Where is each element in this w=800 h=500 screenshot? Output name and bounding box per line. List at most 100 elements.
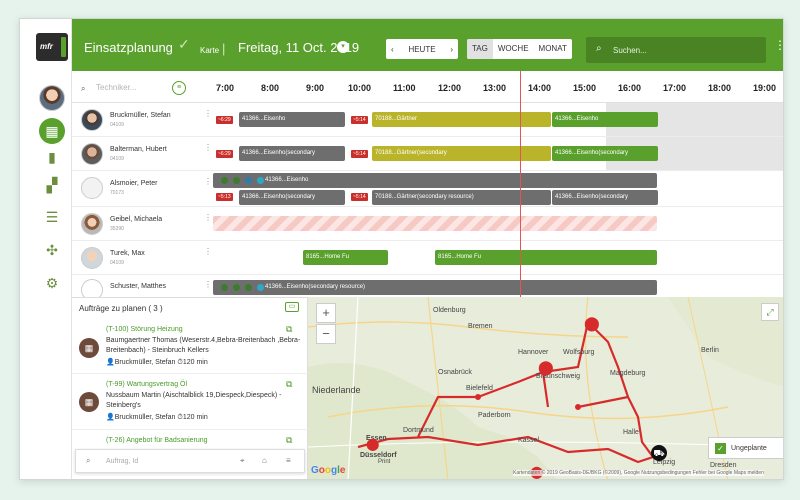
avatar xyxy=(81,247,103,269)
more-icon[interactable]: ⋮ xyxy=(204,143,212,152)
appointment-bar[interactable]: 41366...Eisenho(secondary resource) xyxy=(213,280,657,295)
logo-badge-icon xyxy=(61,37,66,57)
today-button[interactable]: HEUTE xyxy=(408,45,435,54)
tab-week[interactable]: WOCHE xyxy=(493,39,534,59)
open-external-icon[interactable]: ⧉ xyxy=(286,379,292,390)
dashboard-icon[interactable]: ▞ xyxy=(42,175,62,195)
app-logo[interactable]: mfr xyxy=(36,33,68,61)
sidebar: mfr ▦ ▮ ▞ ☰ ✣ ⚙ xyxy=(20,19,72,479)
order-title[interactable]: (T-26) Angebot für Badsanierung xyxy=(106,437,208,444)
order-item[interactable]: ▦ (T-99) Wartungsvertrag Öl ⧉ Nussbaum M… xyxy=(72,376,308,430)
order-text: Baumgaertner Thomas (Weserstr.4,Bebra-Br… xyxy=(106,337,301,354)
divider: | xyxy=(222,41,226,56)
appointment-bar[interactable]: 70188...Gärtner(secondary xyxy=(372,146,551,161)
next-day-button[interactable]: › xyxy=(450,45,453,54)
more-icon[interactable]: ⋮ xyxy=(204,213,212,222)
map-print-label[interactable]: Print xyxy=(378,459,390,465)
avatar xyxy=(81,143,103,165)
worker-name: Balterman, Hubert xyxy=(110,146,167,153)
appointment-bar[interactable]: 8165...Home Fu xyxy=(435,250,657,265)
order-item[interactable]: ▦ (T-100) Störung Heizung ⧉ Baumgaertner… xyxy=(72,320,308,374)
appointment-bar[interactable]: 8165...Home Fu xyxy=(303,250,388,265)
worker-id: 04109 xyxy=(110,122,124,128)
current-time-line xyxy=(520,71,521,315)
search-input[interactable]: Suchen... xyxy=(613,46,647,55)
chevron-down-icon[interactable]: ▾ xyxy=(337,41,349,53)
avatar xyxy=(81,177,103,199)
map-city-label: Oldenburg xyxy=(433,307,466,314)
filter-icon[interactable]: ≡ xyxy=(172,81,186,95)
map-marker-icon[interactable]: ⬤ xyxy=(538,359,554,376)
map-city-label: Kassel xyxy=(518,437,540,444)
map-toggle-link[interactable]: Karte xyxy=(200,46,219,55)
view-switch: TAG WOCHE MONAT xyxy=(467,39,572,59)
fan-icon[interactable]: ✣ xyxy=(42,240,62,260)
hour-label: 15:00 xyxy=(573,83,597,93)
map-attribution[interactable]: Kartendaten © 2019 GeoBasis-DE/BKG (©200… xyxy=(513,470,764,476)
map-marker-icon[interactable]: ⬤ xyxy=(366,437,379,451)
apps-grid-icon[interactable]: ⋮⋮ xyxy=(774,39,783,51)
appointment-bar[interactable]: 41366...Eisenho(secondary xyxy=(239,190,345,205)
open-external-icon[interactable]: ⧉ xyxy=(286,324,292,335)
calendar-icon[interactable]: ▭ xyxy=(285,302,299,312)
map-city-label: Bielefeld xyxy=(466,385,493,392)
order-title[interactable]: (T-99) Wartungsvertrag Öl xyxy=(106,381,187,388)
more-icon[interactable]: ⋮ xyxy=(204,247,212,256)
search-box[interactable]: ⌕ Suchen... xyxy=(586,37,766,63)
zoom-in-button[interactable]: + xyxy=(316,303,336,323)
order-worker: 👤Bruckmüller, Stefan ⏱120 min xyxy=(106,359,208,366)
absence-bar[interactable] xyxy=(213,216,657,231)
appointment-bar[interactable]: 41366...Eisenho xyxy=(552,112,658,127)
map-city-label: Magdeburg xyxy=(610,370,646,377)
location-pin-icon[interactable]: ⌖ xyxy=(240,456,245,466)
more-icon[interactable]: ⋮ xyxy=(204,109,212,118)
unplanned-toggle[interactable]: ✓ Ungeplante xyxy=(708,437,783,459)
google-logo: Google xyxy=(311,465,346,476)
tab-month[interactable]: MONAT xyxy=(534,39,572,59)
appointment-bar[interactable]: 41366...Eisenho(secondary xyxy=(552,146,658,161)
appointment-bar[interactable]: 41366...Eisenho xyxy=(239,112,345,127)
zoom-out-button[interactable]: − xyxy=(316,324,336,344)
order-title[interactable]: (T-100) Störung Heizung xyxy=(106,326,183,333)
calendar-icon[interactable]: ▦ xyxy=(39,118,65,144)
order-search[interactable]: ⌕ Auftrag, Id ⌖ ⌂ ≡ xyxy=(75,449,305,473)
search-icon: ⌕ xyxy=(81,84,86,93)
map-view[interactable]: Oldenburg Bremen Hannover Wolfsburg Berl… xyxy=(308,297,783,479)
timeline-header: ⌕ Techniker... ≡ 7:00 8:00 9:00 10:00 11… xyxy=(72,71,783,103)
fullscreen-icon[interactable]: ⤢ xyxy=(761,303,779,321)
appointment-bar[interactable]: 41366...Eisenho(secondary xyxy=(239,146,345,161)
hour-label: 18:00 xyxy=(708,83,732,93)
technician-search-input[interactable]: Techniker... xyxy=(96,83,136,92)
sliders-icon[interactable]: ☰ xyxy=(42,207,62,227)
travel-time-badge: ~6:29 xyxy=(216,116,233,124)
open-external-icon[interactable]: ⧉ xyxy=(286,435,292,446)
tag-icon[interactable]: ⌂ xyxy=(262,456,267,465)
more-icon[interactable]: ⋮ xyxy=(204,280,212,289)
travel-time-badge: ~5:14 xyxy=(351,150,368,158)
worker-row: Alsmoier, Peter 70173 ⋮ 41366...Eisenho … xyxy=(72,171,783,207)
user-avatar[interactable] xyxy=(39,85,65,111)
appointment-bar[interactable]: 70188...Gärtner(secondary resource) xyxy=(372,190,551,205)
appointment-bar[interactable]: 41366...Eisenho xyxy=(213,173,657,188)
appointment-bar[interactable]: 70188...Gärtner xyxy=(372,112,551,127)
map-marker-icon[interactable]: ⬤ xyxy=(584,315,600,332)
travel-time-badge: ~6:29 xyxy=(216,150,233,158)
checkbox[interactable]: ✓ xyxy=(715,443,726,454)
briefcase-icon[interactable]: ▮ xyxy=(42,147,62,167)
tab-day[interactable]: TAG xyxy=(467,39,493,59)
top-bar: Einsatzplanung ✓ Karte | Freitag, 11 Oct… xyxy=(72,19,783,71)
hour-label: 19:00 xyxy=(753,83,777,93)
vehicle-marker-icon[interactable]: ⛟ xyxy=(651,445,667,461)
hour-label: 14:00 xyxy=(528,83,552,93)
more-icon[interactable]: ⋮ xyxy=(204,177,212,186)
filter-icon[interactable]: ≡ xyxy=(286,456,291,465)
settings-icon[interactable]: ⚙ xyxy=(42,273,62,293)
hour-label: 13:00 xyxy=(483,83,507,93)
worker-name: Bruckmüller, Stefan xyxy=(110,112,171,119)
worker-name: Geibel, Michaela xyxy=(110,216,163,223)
map-city-label: Berlin xyxy=(701,347,719,354)
status-dot xyxy=(245,177,252,184)
appointment-bar[interactable]: 41366...Eisenho(secondary xyxy=(552,190,658,205)
prev-day-button[interactable]: ‹ xyxy=(391,45,394,54)
order-search-input[interactable]: Auftrag, Id xyxy=(106,458,138,465)
